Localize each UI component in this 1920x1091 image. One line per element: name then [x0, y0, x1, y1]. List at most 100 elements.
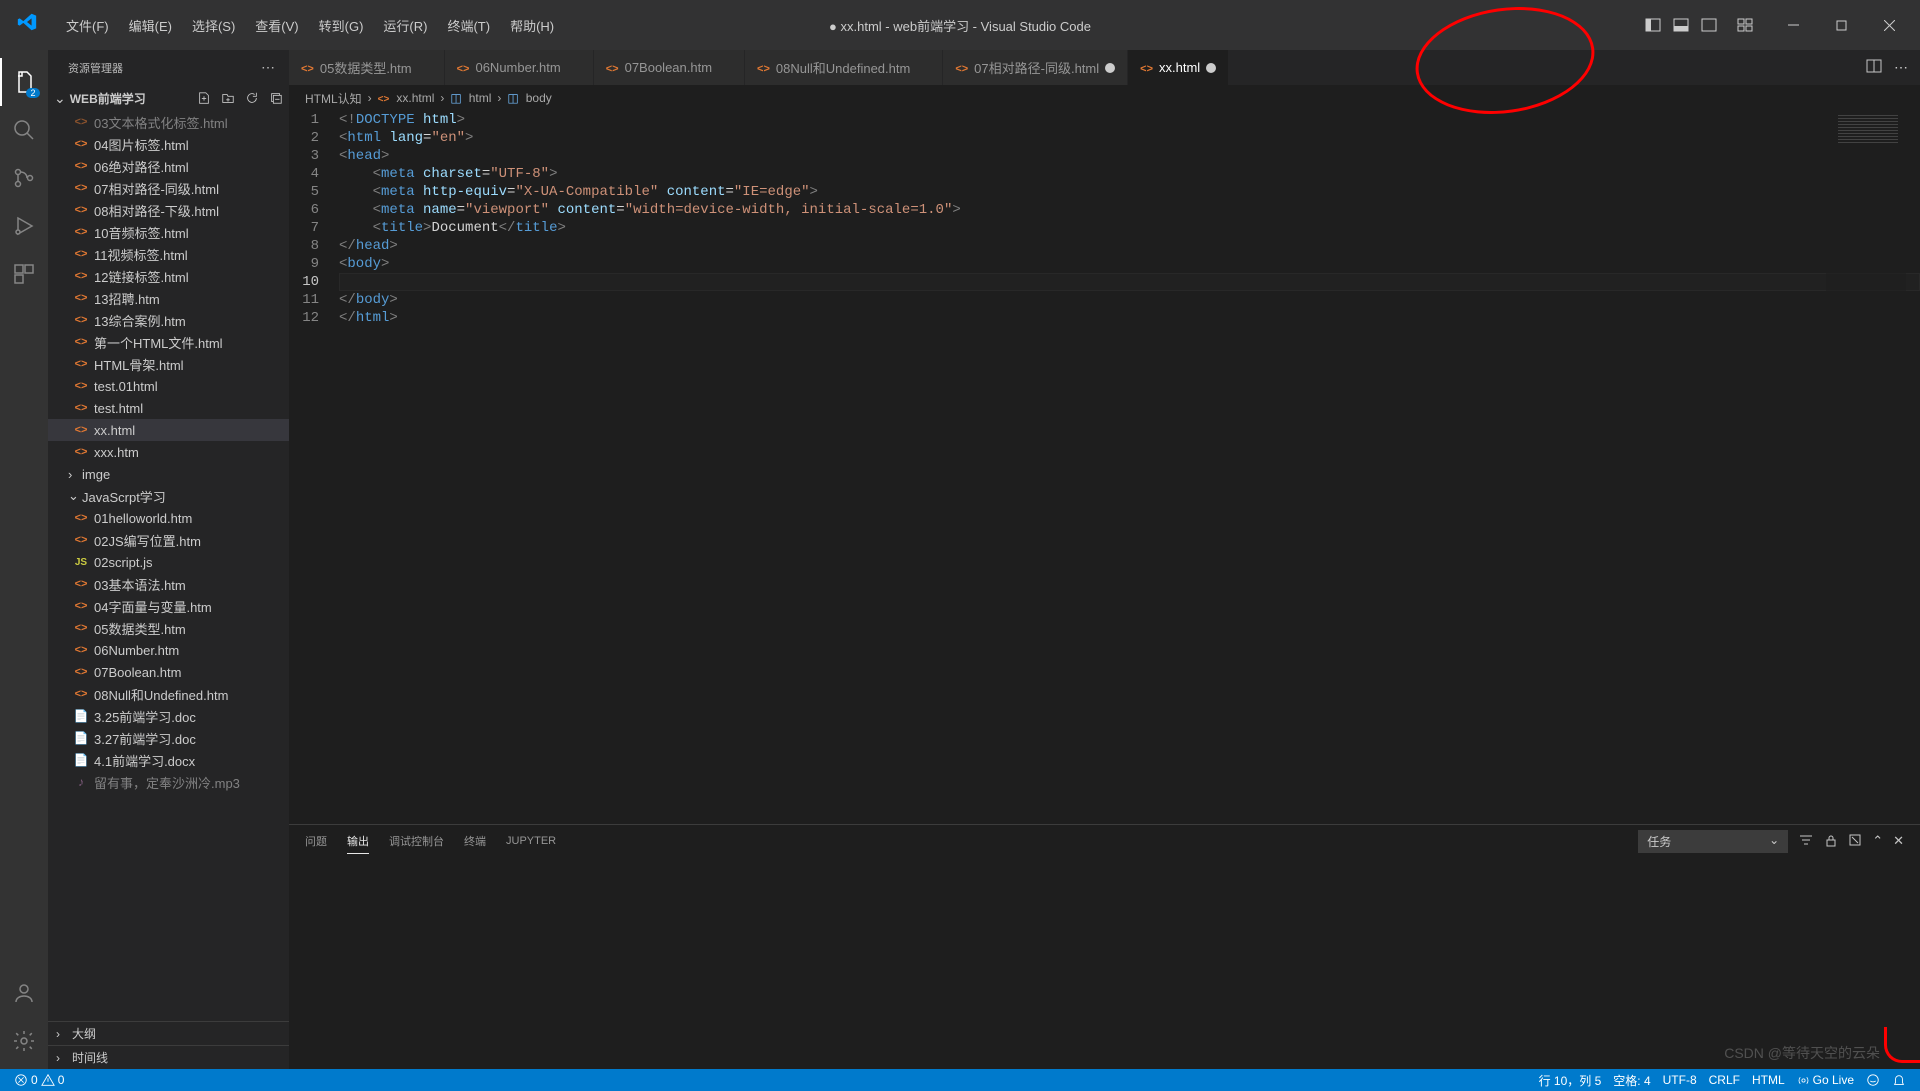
- tree-file[interactable]: 📄4.1前端学习.docx: [48, 749, 289, 771]
- tree-file[interactable]: 06Number.htm: [48, 639, 289, 661]
- status-encoding[interactable]: UTF-8: [1657, 1072, 1703, 1089]
- editor-tab[interactable]: 05数据类型.htm: [289, 50, 445, 85]
- tree-file[interactable]: 01helloworld.htm: [48, 507, 289, 529]
- tree-file[interactable]: 11视频标签.html: [48, 243, 289, 265]
- split-editor-icon[interactable]: [1866, 58, 1882, 77]
- tree-file[interactable]: 📄3.25前端学习.doc: [48, 705, 289, 727]
- menu-item[interactable]: 运行(R): [373, 10, 437, 41]
- menu-item[interactable]: 编辑(E): [119, 10, 182, 41]
- tree-file[interactable]: xxx.htm: [48, 441, 289, 463]
- tree-file[interactable]: xx.html: [48, 419, 289, 441]
- tree-file[interactable]: test.html: [48, 397, 289, 419]
- status-feedback-icon[interactable]: [1860, 1072, 1886, 1089]
- tree-file[interactable]: ♪留有事，定奉沙洲冷.mp3: [48, 771, 289, 793]
- panel-filter-icon[interactable]: [1798, 832, 1814, 851]
- status-eol[interactable]: CRLF: [1703, 1072, 1746, 1089]
- dirty-dot-icon: [1105, 63, 1115, 73]
- editor-tab[interactable]: 08Null和Undefined.htm: [745, 50, 943, 85]
- layout-sidebar-left-icon[interactable]: [1642, 14, 1664, 36]
- window-title: ● xx.html - web前端学习 - Visual Studio Code: [829, 16, 1091, 35]
- menu-item[interactable]: 转到(G): [309, 10, 374, 41]
- timeline-section[interactable]: ›时间线: [48, 1045, 289, 1069]
- refresh-icon[interactable]: [243, 89, 261, 107]
- tree-file[interactable]: 08相对路径-下级.html: [48, 199, 289, 221]
- panel-close-icon[interactable]: ✕: [1893, 833, 1904, 849]
- tree-file[interactable]: 05数据类型.htm: [48, 617, 289, 639]
- close-icon[interactable]: [418, 61, 432, 75]
- tree-file[interactable]: 13招聘.htm: [48, 287, 289, 309]
- tab-more-icon[interactable]: ⋯: [1894, 59, 1910, 76]
- code-content[interactable]: <!DOCTYPE html><html lang="en"><head> <m…: [339, 111, 1920, 824]
- menu-item[interactable]: 查看(V): [245, 10, 308, 41]
- tree-file[interactable]: 12链接标签.html: [48, 265, 289, 287]
- menu-item[interactable]: 终端(T): [437, 10, 500, 41]
- tree-file[interactable]: JS02script.js: [48, 551, 289, 573]
- minimize-button[interactable]: [1770, 9, 1816, 41]
- tree-file[interactable]: test.01html: [48, 375, 289, 397]
- activity-accounts-icon[interactable]: [0, 969, 48, 1017]
- tree-file[interactable]: 04图片标签.html: [48, 133, 289, 155]
- tree-file[interactable]: 08Null和Undefined.htm: [48, 683, 289, 705]
- editor-tab[interactable]: 07相对路径-同级.html: [943, 50, 1128, 85]
- tree-file[interactable]: 04字面量与变量.htm: [48, 595, 289, 617]
- output-channel-select[interactable]: 任务⌄: [1638, 830, 1788, 853]
- customize-layout-icon[interactable]: [1734, 14, 1756, 36]
- file-tree[interactable]: 03文本格式化标签.html04图片标签.html06绝对路径.html07相对…: [48, 111, 289, 1021]
- tree-file[interactable]: 02JS编写位置.htm: [48, 529, 289, 551]
- activity-search-icon[interactable]: [0, 106, 48, 154]
- activity-scm-icon[interactable]: [0, 154, 48, 202]
- tree-file[interactable]: 03文本格式化标签.html: [48, 111, 289, 133]
- close-window-button[interactable]: [1866, 9, 1912, 41]
- panel-lock-icon[interactable]: [1824, 833, 1838, 850]
- status-spaces[interactable]: 空格: 4: [1607, 1072, 1656, 1089]
- menu-item[interactable]: 文件(F): [56, 10, 119, 41]
- close-icon[interactable]: [718, 61, 732, 75]
- activity-extensions-icon[interactable]: [0, 250, 48, 298]
- status-bell-icon[interactable]: [1886, 1072, 1912, 1089]
- editor-tab[interactable]: 06Number.htm: [445, 50, 594, 85]
- tree-file[interactable]: 07Boolean.htm: [48, 661, 289, 683]
- panel-tab[interactable]: 输出: [347, 829, 369, 854]
- close-icon[interactable]: [567, 61, 581, 75]
- tree-file[interactable]: 06绝对路径.html: [48, 155, 289, 177]
- activity-explorer-icon[interactable]: 2: [0, 58, 48, 106]
- new-file-icon[interactable]: [195, 89, 213, 107]
- new-folder-icon[interactable]: [219, 89, 237, 107]
- outline-section[interactable]: ›大纲: [48, 1021, 289, 1045]
- status-line-col[interactable]: 行 10，列 5: [1533, 1072, 1608, 1089]
- menu-item[interactable]: 选择(S): [182, 10, 245, 41]
- tree-file[interactable]: 10音频标签.html: [48, 221, 289, 243]
- activity-run-icon[interactable]: [0, 202, 48, 250]
- activity-settings-icon[interactable]: [0, 1017, 48, 1065]
- panel-tab[interactable]: 问题: [305, 829, 327, 853]
- tree-folder[interactable]: ›imge: [48, 463, 289, 485]
- panel-tab[interactable]: 终端: [464, 829, 486, 853]
- breadcrumb[interactable]: HTML认知› xx.html› ◫html› ◫body: [289, 85, 1920, 111]
- layout-panel-bottom-icon[interactable]: [1670, 14, 1692, 36]
- tree-file[interactable]: 03基本语法.htm: [48, 573, 289, 595]
- menu-item[interactable]: 帮助(H): [500, 10, 564, 41]
- minimap[interactable]: [1826, 111, 1906, 824]
- collapse-all-icon[interactable]: [267, 89, 285, 107]
- editor-tab[interactable]: 07Boolean.htm: [594, 50, 745, 85]
- tree-folder[interactable]: ⌄JavaScrpt学习: [48, 485, 289, 507]
- close-icon[interactable]: [916, 61, 930, 75]
- tree-file[interactable]: 📄3.27前端学习.doc: [48, 727, 289, 749]
- tree-file[interactable]: HTML骨架.html: [48, 353, 289, 375]
- panel-tab[interactable]: 调试控制台: [389, 829, 444, 853]
- editor-tab[interactable]: xx.html: [1128, 50, 1229, 85]
- status-go-live[interactable]: Go Live: [1791, 1072, 1860, 1089]
- code-editor[interactable]: 123456789101112 <!DOCTYPE html><html lan…: [289, 111, 1920, 824]
- panel-chevron-up-icon[interactable]: ⌃: [1872, 833, 1883, 849]
- status-language[interactable]: HTML: [1746, 1072, 1791, 1089]
- sidebar-more-icon[interactable]: ⋯: [261, 59, 277, 76]
- tree-file[interactable]: 07相对路径-同级.html: [48, 177, 289, 199]
- panel-tab[interactable]: JUPYTER: [506, 831, 556, 851]
- tree-file[interactable]: 13综合案例.htm: [48, 309, 289, 331]
- tree-file[interactable]: 第一个HTML文件.html: [48, 331, 289, 353]
- maximize-button[interactable]: [1818, 9, 1864, 41]
- folder-header[interactable]: ⌄ WEB前端学习: [48, 85, 289, 111]
- status-errors[interactable]: 0 0: [8, 1073, 70, 1087]
- panel-clear-icon[interactable]: [1848, 833, 1862, 850]
- layout-sidebar-right-icon[interactable]: [1698, 14, 1720, 36]
